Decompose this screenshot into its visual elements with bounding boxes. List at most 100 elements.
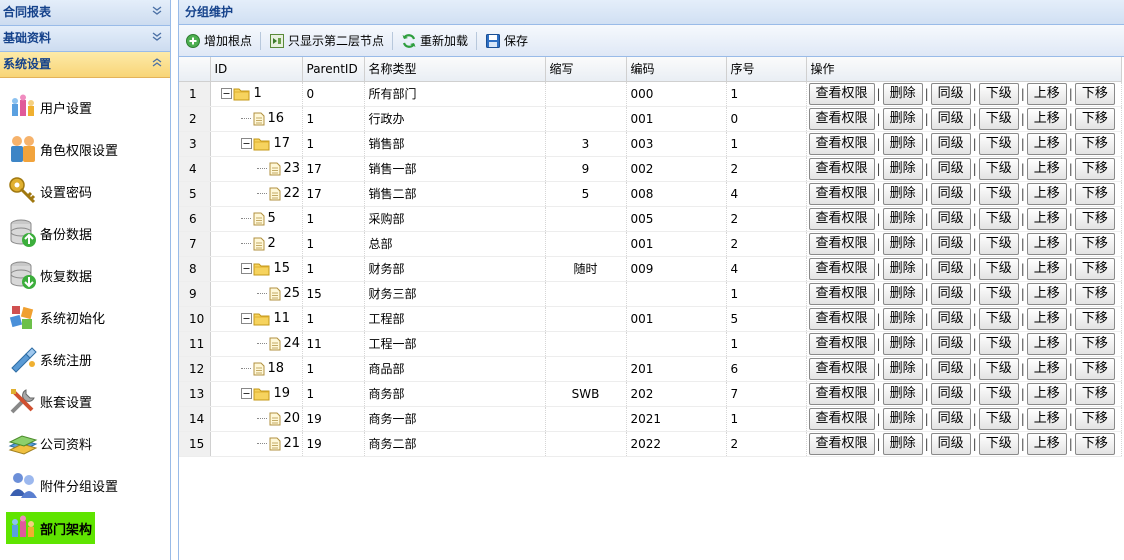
table-row[interactable]: 2 16 1 行政办 001 0 查看权限 | 删除 | 同级 | 下级 | 上移 | 下移	[179, 106, 1122, 132]
cell-order[interactable]: 1	[726, 81, 807, 107]
add-sibling-button[interactable]: 同级	[930, 157, 971, 180]
cell-id[interactable]: 19	[210, 381, 303, 407]
table-row[interactable]: 3 17 1 销售部 3 003 1 查看权限 | 删除 | 同级 | 下级 | 上移 | 下移	[179, 131, 1122, 157]
add-sibling-button[interactable]: 同级	[930, 382, 971, 405]
cell-name[interactable]: 财务部	[364, 256, 546, 282]
delete-button[interactable]: 删除	[882, 332, 923, 355]
cell-order[interactable]: 2	[726, 156, 807, 182]
view-permission-button[interactable]: 查看权限	[808, 232, 875, 255]
add-sibling-button[interactable]: 同级	[930, 282, 971, 305]
cell-id[interactable]: 25	[210, 281, 303, 307]
cell-parent-id[interactable]: 1	[302, 306, 365, 332]
cell-parent-id[interactable]: 1	[302, 131, 365, 157]
move-down-button[interactable]: 下移	[1074, 107, 1115, 130]
cell-code[interactable]: 001	[626, 306, 727, 332]
add-child-button[interactable]: 下级	[978, 232, 1019, 255]
table-row[interactable]: 11 24 11 工程一部 1 查看权限 | 删除 | 同级 | 下级 | 上移 | 下移	[179, 331, 1122, 357]
add-child-button[interactable]: 下级	[978, 432, 1019, 455]
cell-id[interactable]: 2	[210, 231, 303, 257]
add-child-button[interactable]: 下级	[978, 107, 1019, 130]
move-down-button[interactable]: 下移	[1074, 407, 1115, 430]
delete-button[interactable]: 删除	[882, 407, 923, 430]
collapse-toggle-icon[interactable]	[241, 388, 253, 400]
cell-order[interactable]: 2	[726, 231, 807, 257]
cell-parent-id[interactable]: 1	[302, 231, 365, 257]
cell-abbr[interactable]	[545, 81, 627, 107]
move-up-button[interactable]: 上移	[1026, 132, 1067, 155]
view-permission-button[interactable]: 查看权限	[808, 357, 875, 380]
cell-parent-id[interactable]: 15	[302, 281, 365, 307]
view-permission-button[interactable]: 查看权限	[808, 132, 875, 155]
move-up-button[interactable]: 上移	[1026, 82, 1067, 105]
cell-id[interactable]: 11	[210, 306, 303, 332]
accordion-header-basic-data[interactable]: 基础资料	[0, 26, 170, 52]
move-down-button[interactable]: 下移	[1074, 307, 1115, 330]
delete-button[interactable]: 删除	[882, 432, 923, 455]
view-permission-button[interactable]: 查看权限	[808, 182, 875, 205]
move-up-button[interactable]: 上移	[1026, 432, 1067, 455]
column-header-code[interactable]: 编码	[626, 57, 727, 82]
cell-order[interactable]: 4	[726, 181, 807, 207]
cell-name[interactable]: 工程部	[364, 306, 546, 332]
cell-name[interactable]: 工程一部	[364, 331, 546, 357]
cell-order[interactable]: 2	[726, 206, 807, 232]
cell-order[interactable]: 1	[726, 406, 807, 432]
delete-button[interactable]: 删除	[882, 107, 923, 130]
sidebar-item-backup-data[interactable]: 备份数据	[0, 212, 170, 254]
cell-name[interactable]: 商务部	[364, 381, 546, 407]
sidebar-item-company-info[interactable]: 公司资料	[0, 422, 170, 464]
table-row[interactable]: 14 20 19 商务一部 2021 1 查看权限 | 删除 | 同级 | 下级 | 上移 | 下移	[179, 406, 1122, 432]
add-sibling-button[interactable]: 同级	[930, 407, 971, 430]
move-down-button[interactable]: 下移	[1074, 157, 1115, 180]
delete-button[interactable]: 删除	[882, 182, 923, 205]
collapse-toggle-icon[interactable]	[241, 138, 253, 150]
sidebar-item-restore-data[interactable]: 恢复数据	[0, 254, 170, 296]
cell-id[interactable]: 17	[210, 131, 303, 157]
column-header-id[interactable]: ID	[210, 57, 303, 82]
move-up-button[interactable]: 上移	[1026, 382, 1067, 405]
view-permission-button[interactable]: 查看权限	[808, 432, 875, 455]
chevron-down-icon[interactable]	[150, 0, 164, 24]
add-child-button[interactable]: 下级	[978, 307, 1019, 330]
move-down-button[interactable]: 下移	[1074, 257, 1115, 280]
add-child-button[interactable]: 下级	[978, 332, 1019, 355]
cell-parent-id[interactable]: 1	[302, 256, 365, 282]
cell-parent-id[interactable]: 1	[302, 381, 365, 407]
view-permission-button[interactable]: 查看权限	[808, 82, 875, 105]
add-root-button[interactable]: 增加根点	[185, 32, 252, 49]
chevron-down-icon[interactable]	[150, 26, 164, 50]
sidebar-item-attachment-groups[interactable]: 附件分组设置	[0, 464, 170, 506]
add-child-button[interactable]: 下级	[978, 357, 1019, 380]
cell-id[interactable]: 16	[210, 106, 303, 132]
sidebar-item-department-structure[interactable]: 部门架构	[6, 512, 95, 544]
cell-abbr[interactable]	[545, 206, 627, 232]
cell-id[interactable]: 23	[210, 156, 303, 182]
move-up-button[interactable]: 上移	[1026, 407, 1067, 430]
cell-order[interactable]: 0	[726, 106, 807, 132]
move-down-button[interactable]: 下移	[1074, 357, 1115, 380]
view-permission-button[interactable]: 查看权限	[808, 157, 875, 180]
cell-abbr[interactable]	[545, 106, 627, 132]
move-up-button[interactable]: 上移	[1026, 307, 1067, 330]
view-permission-button[interactable]: 查看权限	[808, 207, 875, 230]
table-row[interactable]: 6 5 1 采购部 005 2 查看权限 | 删除 | 同级 | 下级 | 上移 | 下移	[179, 206, 1122, 232]
view-permission-button[interactable]: 查看权限	[808, 107, 875, 130]
cell-id[interactable]: 21	[210, 431, 303, 457]
save-button[interactable]: 保存	[485, 32, 528, 49]
column-header-name[interactable]: 名称类型	[364, 57, 546, 82]
cell-parent-id[interactable]: 11	[302, 331, 365, 357]
cell-code[interactable]	[626, 281, 727, 307]
add-sibling-button[interactable]: 同级	[930, 132, 971, 155]
add-sibling-button[interactable]: 同级	[930, 182, 971, 205]
delete-button[interactable]: 删除	[882, 132, 923, 155]
cell-id[interactable]: 22	[210, 181, 303, 207]
add-sibling-button[interactable]: 同级	[930, 257, 971, 280]
cell-id[interactable]: 18	[210, 356, 303, 382]
add-sibling-button[interactable]: 同级	[930, 207, 971, 230]
table-row[interactable]: 12 18 1 商品部 201 6 查看权限 | 删除 | 同级 | 下级 | 上移 | 下移	[179, 356, 1122, 382]
cell-code[interactable]: 2022	[626, 431, 727, 457]
delete-button[interactable]: 删除	[882, 232, 923, 255]
cell-order[interactable]: 6	[726, 356, 807, 382]
delete-button[interactable]: 删除	[882, 157, 923, 180]
move-up-button[interactable]: 上移	[1026, 232, 1067, 255]
